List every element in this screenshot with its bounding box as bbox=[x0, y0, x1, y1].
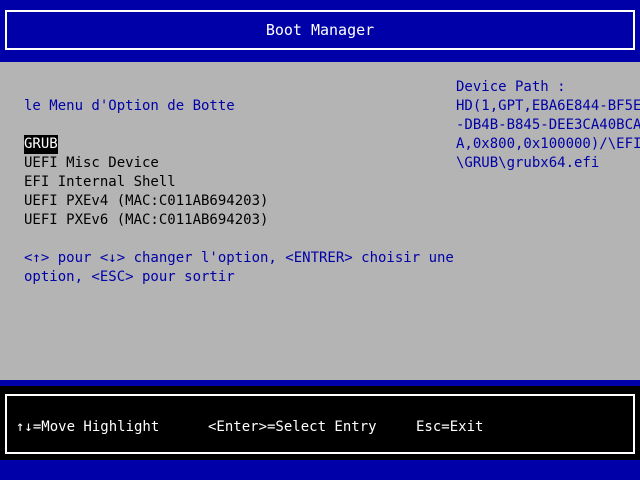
boot-option-efi-internal-shell[interactable]: EFI Internal Shell bbox=[24, 173, 176, 192]
move-highlight-hint: ↑↓=Move Highlight bbox=[16, 419, 160, 435]
help-bar: ↑↓=Move Highlight <Enter>=Select Entry E… bbox=[0, 380, 640, 480]
boot-option-uefi-pxev4[interactable]: UEFI PXEv4 (MAC:C011AB694203) bbox=[24, 192, 268, 211]
title-bar: Boot Manager bbox=[0, 0, 640, 62]
page-title: Boot Manager bbox=[265, 21, 375, 39]
boot-option-uefi-misc-device[interactable]: UEFI Misc Device bbox=[24, 154, 159, 173]
device-path-line-3: A,0x800,0x100000)/\EFI bbox=[456, 136, 640, 152]
boot-menu-panel: le Menu d'Option de Botte GRUB UEFI Misc… bbox=[0, 62, 640, 380]
select-entry-hint: <Enter>=Select Entry bbox=[208, 419, 377, 435]
menu-heading: le Menu d'Option de Botte bbox=[24, 98, 235, 114]
device-path-line-2: -DB4B-B845-DEE3CA40BCA bbox=[456, 117, 640, 133]
exit-hint: Esc=Exit bbox=[416, 419, 484, 435]
instructions-line-1: <↑> pour <↓> changer l'option, <ENTRER> … bbox=[24, 250, 454, 266]
boot-option-uefi-pxev6[interactable]: UEFI PXEv6 (MAC:C011AB694203) bbox=[24, 211, 268, 230]
device-path-line-1: HD(1,GPT,EBA6E844-BF5E bbox=[456, 98, 640, 114]
boot-option-grub[interactable]: GRUB bbox=[24, 135, 58, 154]
device-path-label: Device Path : bbox=[456, 79, 566, 95]
instructions-line-2: option, <ESC> pour sortir bbox=[24, 269, 235, 285]
device-path-line-4: \GRUB\grubx64.efi bbox=[456, 155, 600, 171]
